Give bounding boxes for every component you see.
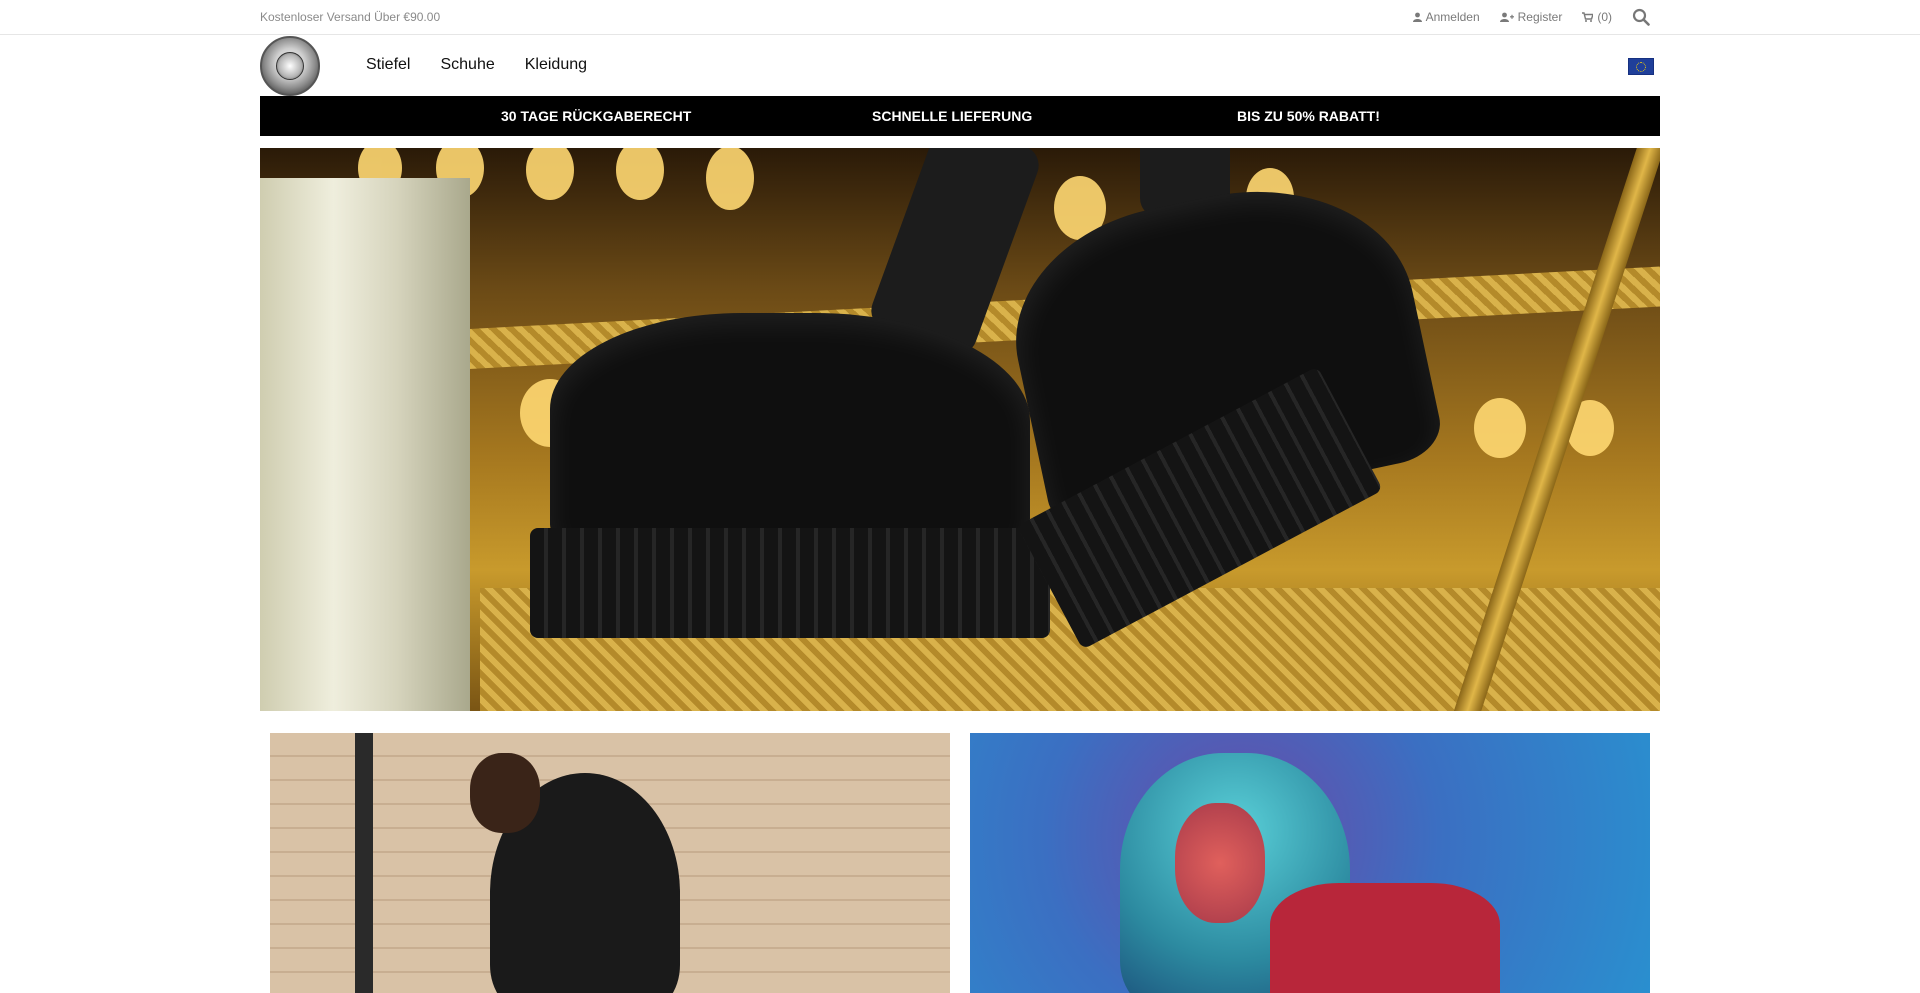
login-link[interactable]: Anmelden (1412, 10, 1480, 24)
main-header: Stiefel Schuhe Kleidung (260, 36, 1660, 96)
logo-emblem (276, 52, 304, 80)
search-icon[interactable] (1632, 8, 1650, 26)
cart-count: (0) (1597, 10, 1612, 24)
card-left-head (470, 753, 540, 833)
top-utility-bar: Kostenloser Versand Über €90.00 Anmelden… (0, 0, 1920, 35)
user-plus-icon (1499, 12, 1514, 22)
category-card-right[interactable] (970, 733, 1650, 993)
hero-pillar (260, 178, 470, 711)
flag-stars (1636, 62, 1646, 72)
login-label: Anmelden (1425, 10, 1480, 24)
nav-item-stiefel[interactable]: Stiefel (366, 56, 410, 74)
promo-returns: 30 TAGE RÜCKGABERECHT (501, 108, 692, 124)
register-label: Register (1517, 10, 1563, 24)
register-link[interactable]: Register (1499, 10, 1563, 24)
main-navigation: Stiefel Schuhe Kleidung (366, 56, 587, 74)
hero-sole-left (530, 528, 1050, 638)
account-links: Anmelden Register (0) (1412, 8, 1650, 26)
card-right-face (1175, 803, 1265, 923)
promo-bar: 30 TAGE RÜCKGABERECHT SCHNELLE LIEFERUNG… (260, 96, 1660, 136)
category-card-left[interactable] (270, 733, 950, 993)
promo-discount: BIS ZU 50% RABATT! (1237, 108, 1380, 124)
nav-item-schuhe[interactable]: Schuhe (440, 56, 494, 74)
new-rock-logo[interactable] (260, 36, 320, 96)
nav-item-kleidung[interactable]: Kleidung (525, 56, 587, 74)
hero-boot-left (550, 313, 1030, 553)
card-left-pole (355, 733, 373, 993)
promo-delivery: SCHNELLE LIEFERUNG (872, 108, 1033, 124)
card-right-jacket (1270, 883, 1500, 993)
cart-link[interactable]: (0) (1582, 10, 1612, 24)
eu-flag-icon[interactable] (1628, 58, 1654, 75)
free-shipping-notice: Kostenloser Versand Über €90.00 (260, 10, 441, 24)
user-icon (1412, 12, 1422, 22)
cart-icon (1582, 12, 1594, 22)
hero-banner-image[interactable] (260, 148, 1660, 711)
